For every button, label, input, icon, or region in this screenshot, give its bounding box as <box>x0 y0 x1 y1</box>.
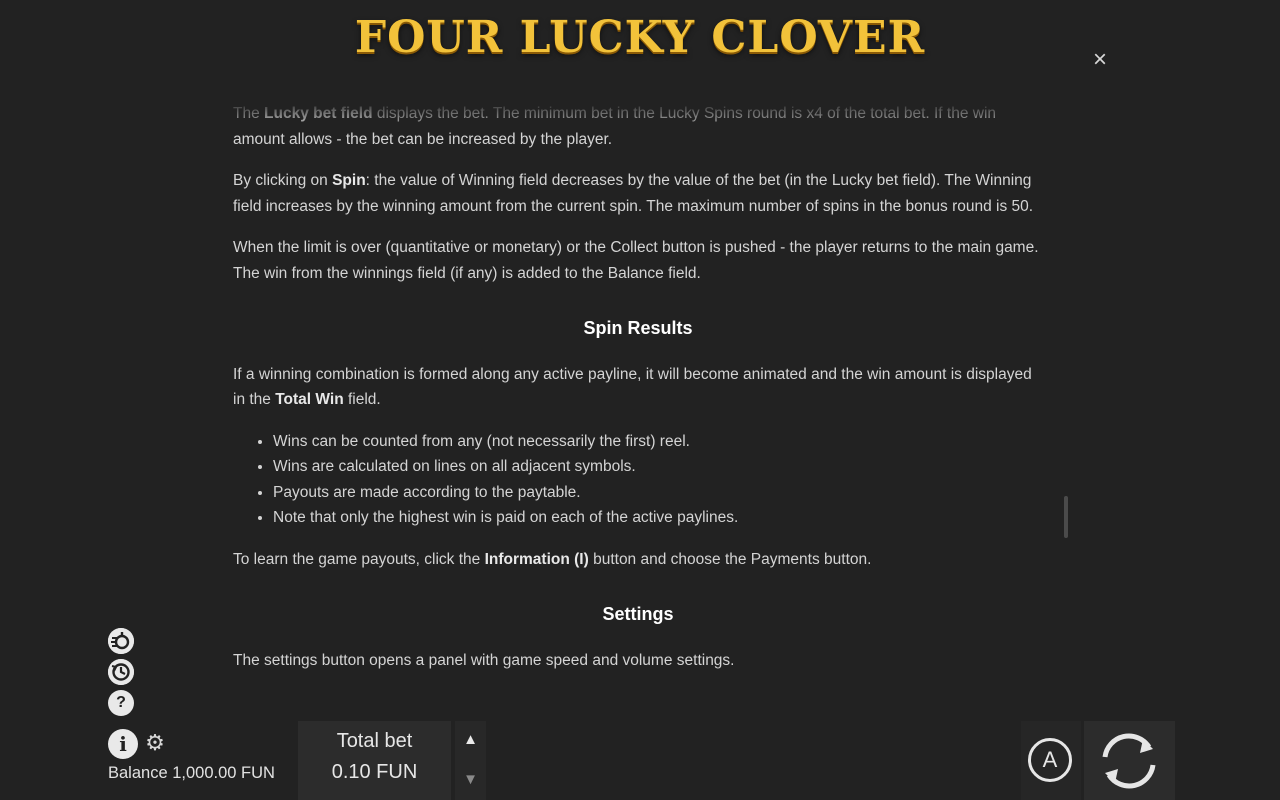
heading-spin-results: Spin Results <box>583 318 693 338</box>
turbo-spin-icon[interactable] <box>108 628 134 654</box>
turbo-spin-icon-svg <box>108 628 134 654</box>
rules-content: The Lucky bet field displays the bet. Th… <box>233 101 1043 699</box>
scrollbar-thumb[interactable] <box>1064 496 1068 538</box>
total-bet-label: Total bet <box>336 730 413 752</box>
paragraph-limit: When the limit is over (quantitative or … <box>233 239 1039 282</box>
list-item: Wins can be counted from any (not necess… <box>273 429 1043 455</box>
list-item: Wins are calculated on lines on all adja… <box>273 454 1043 480</box>
history-icon[interactable] <box>108 659 134 685</box>
bet-increase-button[interactable]: ▲ <box>455 731 486 748</box>
paragraph-lucky-bet: The Lucky bet field displays the bet. Th… <box>233 105 997 148</box>
gear-icon[interactable]: ⚙ <box>143 731 167 755</box>
heading-settings: Settings <box>602 604 674 624</box>
info-icon[interactable]: i <box>108 729 138 759</box>
spin-panel <box>1084 721 1175 800</box>
bet-decrease-button[interactable]: ▼ <box>455 771 486 788</box>
close-button[interactable]: × <box>1088 48 1112 72</box>
history-icon-svg <box>108 659 134 685</box>
autoplay-panel: A <box>1021 721 1081 800</box>
spin-icon <box>1102 733 1156 789</box>
total-bet-value: 0.10 FUN <box>331 761 418 783</box>
total-bet-panel: Total bet 0.10 FUN <box>298 721 451 800</box>
list-item: Payouts are made according to the paytab… <box>273 480 1043 506</box>
paragraph-winning-combination: If a winning combination is formed along… <box>233 365 1032 409</box>
wins-list: Wins can be counted from any (not necess… <box>233 429 1043 531</box>
balance-display: Balance 1,000.00 FUN <box>108 764 275 782</box>
paragraph-spin: By clicking on Spin: the value of Winnin… <box>233 172 1034 215</box>
bet-stepper: ▲ ▼ <box>455 721 486 800</box>
paragraph-payouts: To learn the game payouts, click the Inf… <box>233 550 872 568</box>
paragraph-settings: The settings button opens a panel with g… <box>233 651 735 669</box>
autoplay-button[interactable]: A <box>1028 738 1072 782</box>
help-icon[interactable]: ? <box>108 690 134 716</box>
list-item: Note that only the highest win is paid o… <box>273 505 1043 531</box>
spin-button[interactable] <box>1093 727 1165 795</box>
